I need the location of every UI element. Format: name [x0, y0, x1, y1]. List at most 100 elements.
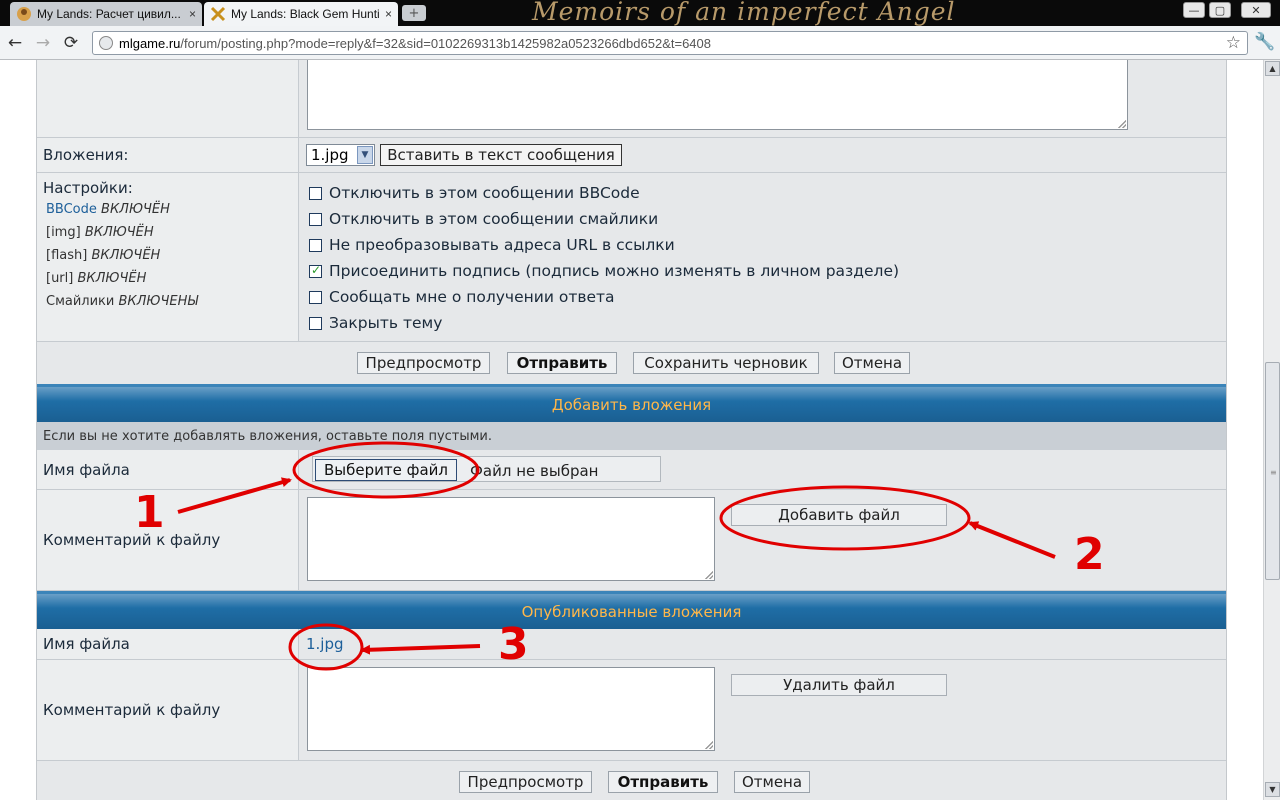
- submit-button[interactable]: Отправить: [608, 771, 718, 793]
- filename-label: Имя файла: [43, 461, 130, 479]
- minimize-icon[interactable]: —: [1183, 2, 1205, 18]
- file-input[interactable]: Выберите файл Файл не выбран: [312, 456, 661, 482]
- posted-filename-cell: 1.jpg: [300, 629, 1226, 659]
- posted-filename-label-cell: Имя файла: [37, 629, 299, 659]
- actions-top-row: Предпросмотр Отправить Сохранить чернови…: [37, 342, 1226, 384]
- tab-mylands-civilization[interactable]: My Lands: Расчет цивил... ×: [10, 2, 202, 26]
- tab-title: My Lands: Расчет цивил...: [37, 7, 181, 21]
- add-file-button[interactable]: Добавить файл: [731, 504, 947, 526]
- message-label-cell: [37, 60, 299, 137]
- cancel-button[interactable]: Отмена: [734, 771, 810, 793]
- posting-form: Вложения: 1.jpg ▼ Вставить в текст сообщ…: [36, 60, 1227, 800]
- resize-grip-icon[interactable]: [705, 571, 713, 579]
- maximize-icon[interactable]: ▢: [1209, 2, 1231, 18]
- cancel-button[interactable]: Отмена: [834, 352, 910, 374]
- url-path: /forum/posting.php?mode=reply&f=32&sid=0…: [180, 35, 711, 51]
- bookmark-star-icon[interactable]: ☆: [1226, 33, 1241, 53]
- posted-comment-cell: Удалить файл: [300, 660, 1226, 760]
- option-disable-bbcode[interactable]: Отключить в этом сообщении BBCode: [309, 184, 640, 202]
- attachment-select[interactable]: 1.jpg ▼: [306, 144, 375, 166]
- posted-filename-row: Имя файла 1.jpg: [37, 629, 1226, 660]
- file-comment-textarea[interactable]: [307, 497, 715, 581]
- browser-toolbar: ← → ⟳ mlgame.ru /forum/posting.php?mode=…: [0, 26, 1280, 60]
- smilies-status: Смайлики ВКЛЮЧЕНЫ: [46, 294, 198, 309]
- bbcode-link[interactable]: BBCode: [46, 202, 97, 217]
- checkbox[interactable]: [309, 316, 322, 330]
- attachment-file-link[interactable]: 1.jpg: [306, 635, 344, 653]
- grip-icon: ≡: [1270, 468, 1277, 477]
- address-bar[interactable]: mlgame.ru /forum/posting.php?mode=reply&…: [92, 31, 1248, 55]
- page-icon: [99, 36, 113, 50]
- preview-button[interactable]: Предпросмотр: [459, 771, 592, 793]
- attachments-label: Вложения:: [43, 146, 129, 164]
- annotation-number-3: 3: [498, 619, 529, 670]
- page-viewport: Вложения: 1.jpg ▼ Вставить в текст сообщ…: [0, 60, 1263, 800]
- posted-comment-label: Комментарий к файлу: [43, 701, 221, 719]
- delete-file-button[interactable]: Удалить файл: [731, 674, 947, 696]
- checkbox[interactable]: [309, 238, 322, 252]
- option-lock-topic[interactable]: Закрыть тему: [309, 314, 442, 332]
- add-attachments-info: Если вы не хотите добавлять вложения, ос…: [37, 422, 1226, 450]
- url-status: [url] ВКЛЮЧЁН: [46, 271, 147, 286]
- posted-attachments-header: Опубликованные вложения: [37, 591, 1226, 629]
- preview-button[interactable]: Предпросмотр: [357, 352, 490, 374]
- wrench-menu-icon[interactable]: 🔧: [1254, 32, 1275, 52]
- save-draft-button[interactable]: Сохранить черновик: [633, 352, 819, 374]
- posted-comment-textarea[interactable]: [307, 667, 715, 751]
- option-disable-magic-url[interactable]: Не преобразовывать адреса URL в ссылки: [309, 236, 675, 254]
- img-status: [img] ВКЛЮЧЁН: [46, 225, 154, 240]
- no-file-text: Файл не выбран: [470, 462, 599, 480]
- checkbox[interactable]: [309, 290, 322, 304]
- settings-label-cell: Настройки: BBCode ВКЛЮЧЁН [img] ВКЛЮЧЁН …: [37, 173, 299, 341]
- resize-grip-icon[interactable]: [705, 741, 713, 749]
- settings-row: Настройки: BBCode ВКЛЮЧЁН [img] ВКЛЮЧЁН …: [37, 173, 1226, 342]
- posted-comment-row: Комментарий к файлу Удалить файл: [37, 660, 1226, 761]
- filename-label-cell: Имя файла: [37, 450, 299, 489]
- insert-into-message-button[interactable]: Вставить в текст сообщения: [380, 144, 622, 166]
- new-tab-button[interactable]: +: [402, 5, 426, 21]
- scroll-down-icon[interactable]: ▼: [1265, 782, 1280, 797]
- checkbox[interactable]: [309, 186, 322, 200]
- comment-row: Комментарий к файлу Добавить файл: [37, 490, 1226, 591]
- checkbox[interactable]: [309, 212, 322, 226]
- reload-icon[interactable]: ⟳: [60, 32, 82, 54]
- resize-grip-icon[interactable]: [1118, 120, 1126, 128]
- back-arrow-icon[interactable]: ←: [4, 32, 26, 54]
- filename-row: Имя файла Выберите файл Файл не выбран: [37, 450, 1226, 490]
- chevron-down-icon[interactable]: ▼: [357, 146, 373, 164]
- settings-label: Настройки:: [43, 179, 133, 197]
- actions-bottom-row: Предпросмотр Отправить Отмена: [37, 761, 1226, 800]
- option-attach-signature[interactable]: Присоединить подпись (подпись можно изме…: [309, 262, 899, 280]
- option-notify-reply[interactable]: Сообщать мне о получении ответа: [309, 288, 615, 306]
- annotation-number-2: 2: [1074, 529, 1105, 580]
- attachments-row: Вложения: 1.jpg ▼ Вставить в текст сообщ…: [37, 138, 1226, 173]
- posted-comment-label-cell: Комментарий к файлу: [37, 660, 299, 760]
- submit-button[interactable]: Отправить: [507, 352, 617, 374]
- tab-title: My Lands: Black Gem Hunti...: [231, 7, 379, 21]
- tab-favicon-icon: [210, 6, 226, 22]
- browser-title-bar: My Lands: Расчет цивил... × My Lands: Bl…: [0, 0, 1280, 26]
- attachments-label-cell: Вложения:: [37, 138, 299, 172]
- scroll-up-icon[interactable]: ▲: [1265, 61, 1280, 76]
- annotation-number-1: 1: [134, 487, 165, 538]
- message-row: [37, 60, 1226, 138]
- option-disable-smilies[interactable]: Отключить в этом сообщении смайлики: [309, 210, 658, 228]
- tab-mylands-black-gem[interactable]: My Lands: Black Gem Hunti... ×: [204, 2, 398, 26]
- comment-label-cell: Комментарий к файлу: [37, 490, 299, 590]
- attachment-select-value: 1.jpg: [311, 146, 349, 164]
- tab-close-icon[interactable]: ×: [189, 7, 196, 21]
- theme-brand-text: Memoirs of an imperfect Angel: [532, 0, 956, 26]
- close-window-icon[interactable]: ✕: [1241, 2, 1271, 18]
- message-textarea[interactable]: [307, 60, 1128, 130]
- choose-file-button[interactable]: Выберите файл: [315, 459, 457, 481]
- vertical-scrollbar[interactable]: ▲ ≡ ▼: [1263, 60, 1280, 800]
- checkbox-checked[interactable]: [309, 263, 322, 278]
- flash-status: [flash] ВКЛЮЧЁН: [46, 248, 161, 263]
- scroll-thumb[interactable]: ≡: [1265, 362, 1280, 580]
- tab-close-icon[interactable]: ×: [385, 7, 392, 21]
- message-cell: [300, 60, 1226, 137]
- bbcode-status: BBCode ВКЛЮЧЁН: [46, 202, 170, 217]
- tab-favicon-icon: [17, 7, 31, 21]
- forward-arrow-icon[interactable]: →: [32, 32, 54, 54]
- posted-filename-label: Имя файла: [43, 635, 130, 653]
